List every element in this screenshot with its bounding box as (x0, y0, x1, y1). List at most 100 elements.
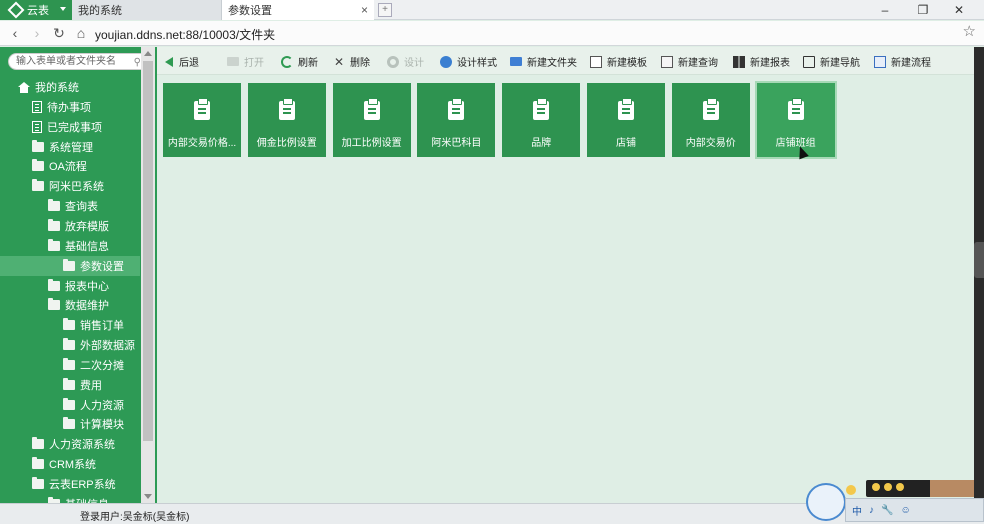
doc-icon (32, 120, 42, 133)
sidebar-item[interactable]: 外部数据源 (0, 335, 140, 355)
tile-label: 佣金比例设置 (256, 138, 317, 149)
open-folder-icon (227, 57, 239, 66)
folder-tile[interactable]: 内部交易价 (671, 83, 750, 157)
sidebar-item-label: 人力资源系统 (49, 439, 115, 452)
toolbar-button-label: 打开 (244, 58, 264, 69)
app-menu-button[interactable]: 云表 (0, 0, 72, 20)
toolbar: 后退 打开 刷新 ✕ 删除 设计 设计样式 新建文件夹 新建模板 新建查询 新建报表 新建导航 新建流程 (157, 47, 984, 75)
toolbar-button[interactable]: 后退 (165, 54, 199, 69)
tile-label: 品牌 (531, 138, 552, 149)
sidebar-item[interactable]: 计算模块 (0, 414, 140, 434)
folder-icon (32, 477, 44, 489)
sidebar-item[interactable]: 我的系统 (0, 77, 140, 97)
sidebar-item[interactable]: 人力资源 (0, 395, 140, 415)
folder-tile[interactable]: 品牌 (502, 83, 581, 157)
sidebar-item[interactable]: CRM系统 (0, 454, 140, 474)
palette-icon (440, 55, 452, 68)
toolbar-button-label: 刷新 (298, 58, 318, 69)
sidebar-item[interactable]: 待办事项 (0, 97, 140, 117)
toolbar-button[interactable]: ✕ 删除 (333, 54, 370, 70)
scroll-thumb[interactable] (143, 61, 153, 441)
restore-button[interactable]: ❐ (908, 0, 938, 20)
sidebar-item-label: 数据维护 (65, 300, 109, 313)
sidebar-item[interactable]: 放弃模版 (0, 216, 140, 236)
sidebar-item[interactable]: 查询表 (0, 196, 140, 216)
tray-item[interactable]: 🔧 (881, 505, 893, 516)
folder-tile[interactable]: 阿米巴科目 (417, 83, 496, 157)
tray-item[interactable]: ♪ (869, 505, 874, 516)
scroll-up-icon[interactable] (144, 51, 152, 56)
sidebar-item-label: 基础信息 (65, 240, 109, 253)
toolbar-button[interactable]: 新建报表 (733, 54, 790, 69)
folder-tile[interactable]: 店铺 (587, 83, 665, 157)
home-icon[interactable]: ⌂ (72, 23, 90, 43)
folder-icon (48, 199, 60, 212)
tab-my-system[interactable]: 我的系统 (72, 0, 222, 20)
back-icon[interactable]: ‹ (6, 23, 24, 43)
sidebar-item-label: 销售订单 (80, 320, 124, 333)
toolbar-button[interactable]: 新建文件夹 (510, 54, 577, 69)
bookmark-star-icon[interactable]: ☆ (963, 22, 976, 40)
emoji-icon (846, 485, 856, 495)
folder-tile[interactable]: 佣金比例设置 (247, 83, 326, 157)
tray-item[interactable]: 中 (852, 503, 862, 518)
toolbar-button[interactable]: 新建导航 (803, 54, 860, 69)
login-user-label: 登录用户:吴金标(吴金标) (80, 512, 190, 523)
tray-item[interactable]: ☺ (900, 505, 910, 516)
toolbar-button[interactable]: 新建模板 (590, 54, 647, 69)
design-gear-icon (387, 55, 399, 68)
toolbar-button[interactable]: 设计样式 (440, 54, 497, 69)
sidebar-item[interactable]: 二次分摊 (0, 355, 140, 375)
sidebar-item-label: 查询表 (65, 201, 98, 214)
toolbar-button[interactable]: 刷新 (281, 54, 318, 69)
ime-tray: 中 ♪ 🔧 ☺ (845, 498, 984, 522)
sidebar-item[interactable]: 参数设置 (0, 255, 140, 276)
sidebar-item[interactable]: 已完成事项 (0, 117, 140, 137)
clipboard-icon (533, 98, 550, 120)
new-tab-button[interactable]: + (378, 3, 392, 17)
minimize-button[interactable]: – (870, 0, 900, 20)
sidebar-item[interactable]: 费用 (0, 375, 140, 395)
clipboard-icon (787, 98, 804, 120)
tab-param-settings[interactable]: 参数设置 × (222, 0, 374, 20)
toolbar-button[interactable]: 新建查询 (661, 54, 718, 69)
toolbar-button[interactable]: 设计 (387, 54, 424, 69)
toolbar-button[interactable]: 新建流程 (874, 54, 931, 69)
toolbar-button-label: 新建流程 (891, 58, 931, 69)
search-input[interactable]: 输入表单或者文件夹名 ⚲ (8, 53, 149, 70)
sidebar-item[interactable]: 系统管理 (0, 137, 140, 157)
tab-label: 我的系统 (78, 5, 122, 17)
avatar[interactable] (806, 483, 846, 521)
close-icon[interactable]: × (361, 3, 368, 17)
folder-tile[interactable]: 店铺班组 (754, 81, 837, 159)
forward-icon[interactable]: › (28, 23, 46, 43)
reload-icon[interactable]: ↻ (50, 23, 68, 43)
folder-tile[interactable]: 加工比例设置 (332, 83, 411, 157)
search-icon[interactable]: ⚲ (134, 55, 141, 70)
side-panel-toggle[interactable] (974, 242, 984, 278)
sidebar-scrollbar[interactable] (141, 47, 155, 503)
sidebar-item[interactable]: 云表ERP系统 (0, 474, 140, 494)
toolbar-button[interactable]: 打开 (227, 54, 264, 69)
home-icon (18, 81, 30, 93)
url-field[interactable]: youjian.ddns.net:88/10003/文件夹 (95, 26, 275, 43)
sidebar-item[interactable]: 销售订单 (0, 315, 140, 335)
sidebar-item[interactable]: 基础信息 (0, 494, 140, 503)
folder-icon (32, 437, 44, 450)
folder-icon (32, 179, 44, 192)
folder-tile[interactable]: 内部交易价格... (163, 83, 241, 157)
sidebar-item[interactable]: OA流程 (0, 156, 140, 176)
right-edge-panel (974, 47, 984, 503)
toolbar-button-label: 删除 (350, 58, 370, 69)
sidebar-item-label: 费用 (80, 379, 102, 392)
delete-icon: ✕ (333, 54, 345, 69)
sidebar-item[interactable]: 数据维护 (0, 295, 140, 315)
sidebar-item[interactable]: 报表中心 (0, 276, 140, 296)
sidebar-item[interactable]: 阿米巴系统 (0, 176, 140, 196)
close-window-button[interactable]: ✕ (944, 0, 974, 20)
sidebar-item[interactable]: 人力资源系统 (0, 434, 140, 454)
scroll-down-icon[interactable] (144, 494, 152, 499)
clipboard-icon (618, 98, 634, 120)
sidebar-item-label: 人力资源 (80, 399, 124, 412)
sidebar-item[interactable]: 基础信息 (0, 236, 140, 256)
